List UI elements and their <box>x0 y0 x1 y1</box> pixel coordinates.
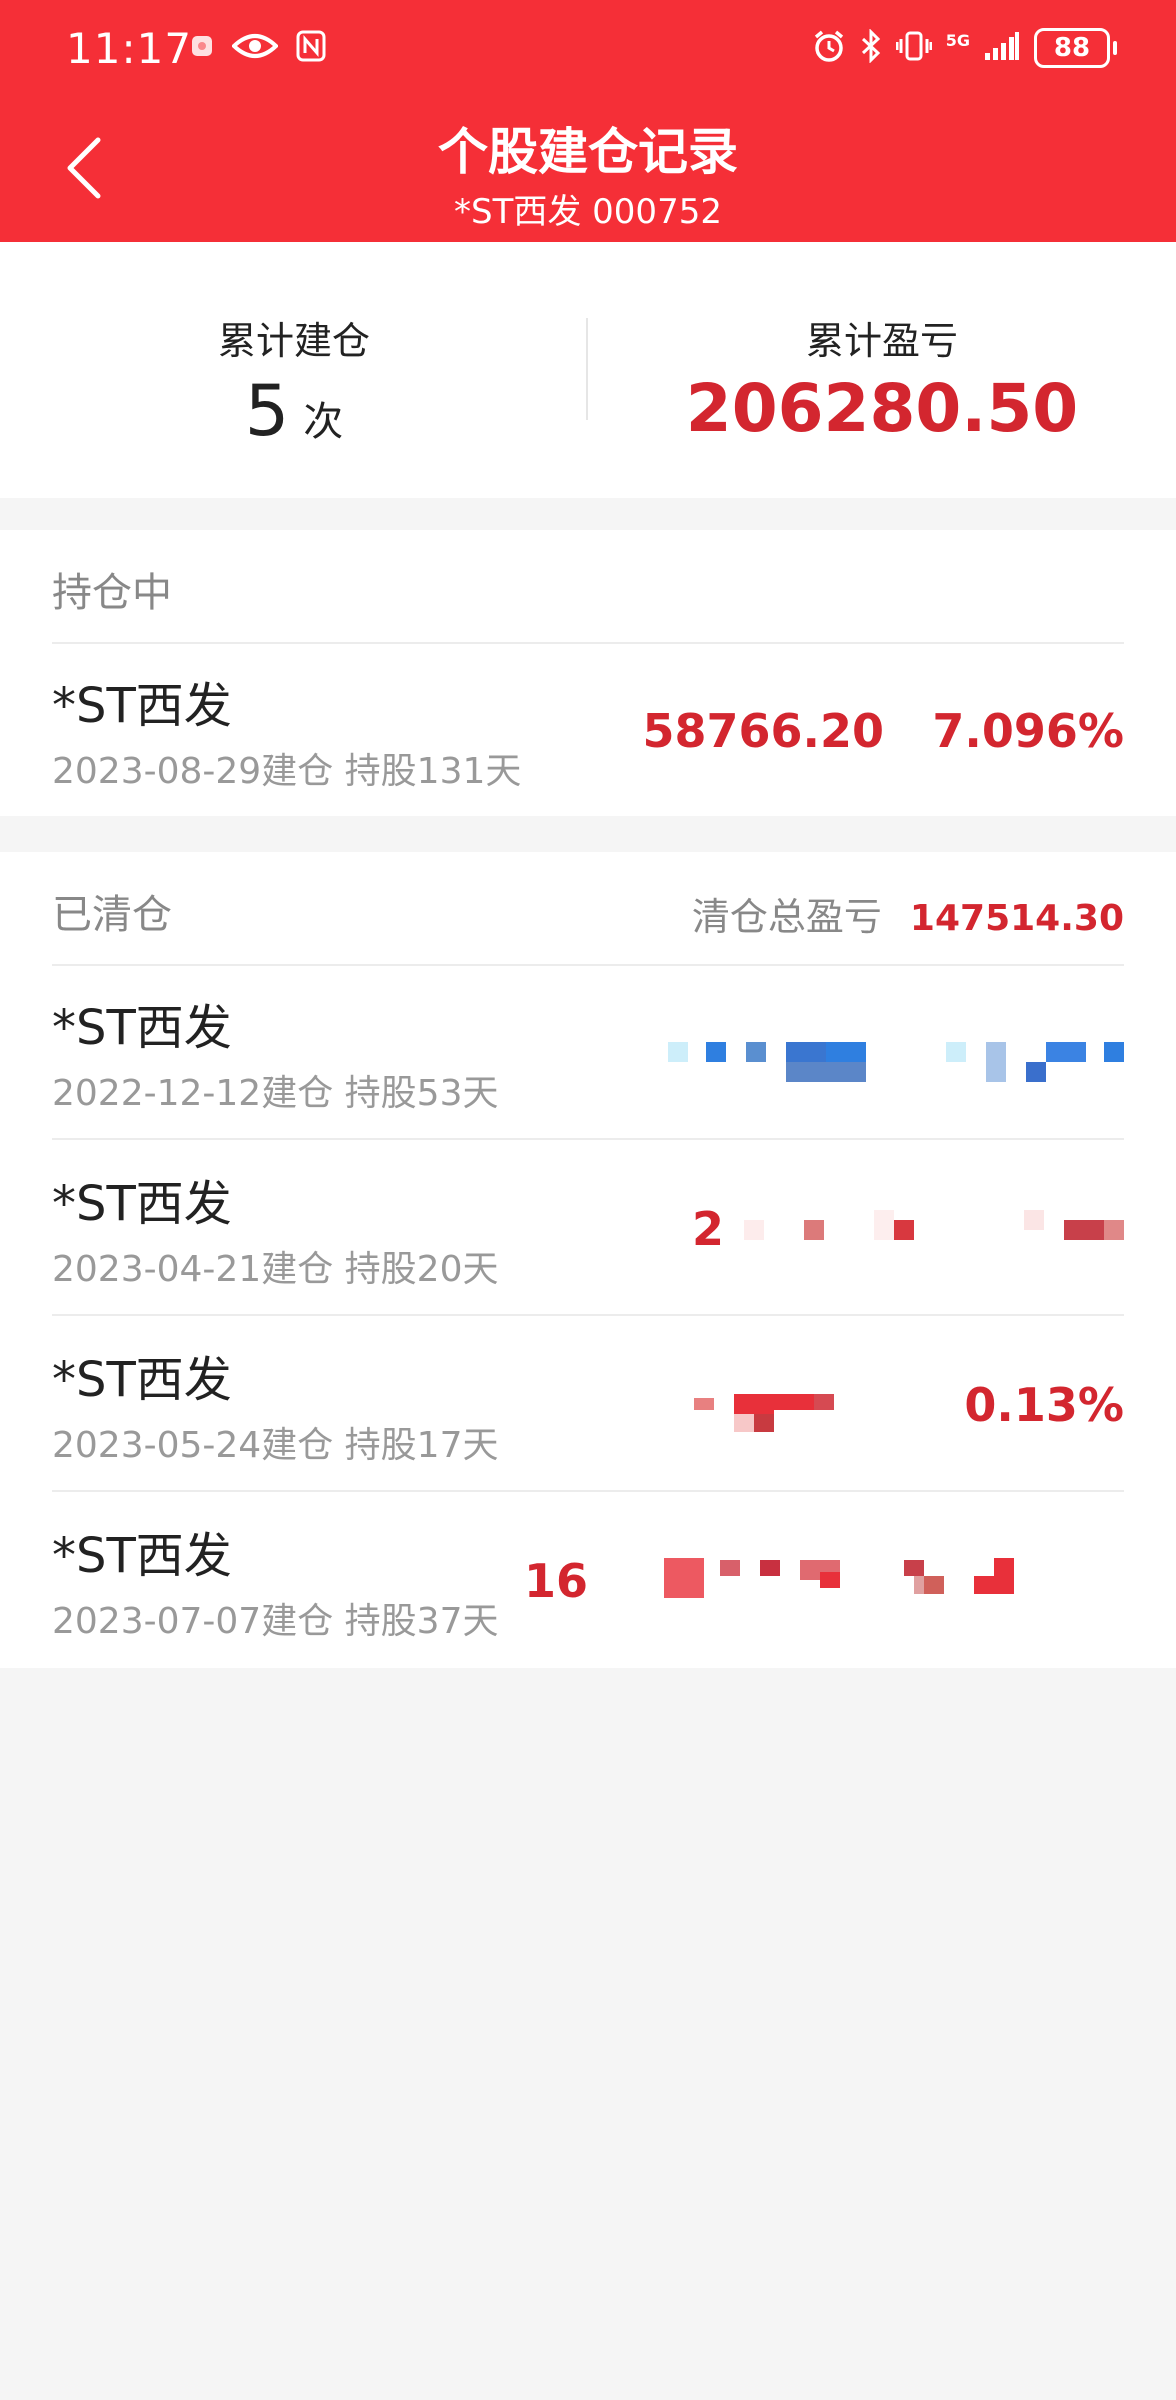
alarm-icon <box>812 29 846 67</box>
status-time: 11:17 <box>66 24 193 73</box>
pixelated-pnl <box>664 1020 1124 1082</box>
position-pnl: 16 <box>523 1554 588 1608</box>
position-date: 2023-05-24建仓 持股17天 <box>52 1425 499 1466</box>
total-positions-value: 5 <box>244 370 290 452</box>
pixelated-pnl <box>724 1196 1124 1256</box>
battery-level: 88 <box>1053 33 1091 63</box>
network-type-label: 5G <box>945 31 970 50</box>
battery-indicator: 88 <box>1034 28 1117 68</box>
holding-section-header: 持仓中 <box>52 530 1124 644</box>
signal-icon <box>984 31 1020 65</box>
stock-name: *ST西发 <box>52 1352 232 1408</box>
stock-name: *ST西发 <box>52 1176 232 1232</box>
stock-name: *ST西发 <box>52 678 232 734</box>
nfc-icon <box>296 30 326 66</box>
status-left-icons <box>190 30 326 66</box>
cleared-section: 已清仓 清仓总盈亏 147514.30 *ST西发 2022-12-12建仓 持… <box>0 852 1176 1668</box>
cleared-total: 清仓总盈亏 147514.30 <box>692 886 1124 941</box>
cleared-row[interactable]: *ST西发 2023-07-07建仓 持股37天 16 <box>52 1492 1124 1666</box>
total-positions-count: 5次 <box>0 370 588 452</box>
position-date: 2023-07-07建仓 持股37天 <box>52 1601 499 1642</box>
page-subtitle: *ST西发 000752 <box>454 192 722 232</box>
vibrate-icon <box>895 30 933 66</box>
holding-section-title: 持仓中 <box>52 570 172 616</box>
cleared-row[interactable]: *ST西发 2022-12-12建仓 持股53天 <box>52 964 1124 1140</box>
status-right-icons: 5G 88 <box>812 28 1117 68</box>
holding-row[interactable]: *ST西发 2023-08-29建仓 持股131天 58766.20 7.096… <box>52 642 1124 816</box>
position-date: 2023-04-21建仓 持股20天 <box>52 1249 499 1290</box>
app-header: 11:17 5G 88 个股建仓记录 *ST西发 000752 <box>0 0 1176 242</box>
cleared-total-value: 147514.30 <box>909 898 1124 939</box>
cleared-row[interactable]: *ST西发 2023-04-21建仓 持股20天 2 <box>52 1140 1124 1316</box>
page-title: 个股建仓记录 <box>438 123 738 181</box>
total-positions-unit: 次 <box>303 399 344 445</box>
holding-section: 持仓中 *ST西发 2023-08-29建仓 持股131天 58766.20 7… <box>0 530 1176 816</box>
pixelated-pnl <box>664 1372 864 1432</box>
stock-name: *ST西发 <box>52 1528 232 1584</box>
pixelated-pnl <box>644 1548 1124 1608</box>
position-pnl-pct: 0.13% <box>964 1378 1124 1432</box>
total-pnl: 累计盈亏 206280.50 <box>588 242 1176 498</box>
app-notification-icon <box>190 34 214 62</box>
position-pnl: 2 <box>691 1202 724 1256</box>
bluetooth-icon <box>860 28 882 67</box>
cleared-total-label: 清仓总盈亏 <box>691 895 882 939</box>
position-date: 2022-12-12建仓 持股53天 <box>52 1073 499 1114</box>
position-date: 2023-08-29建仓 持股131天 <box>52 751 522 792</box>
total-pnl-label: 累计盈亏 <box>805 319 958 363</box>
total-positions-label: 累计建仓 <box>217 319 370 363</box>
eye-icon <box>231 32 279 64</box>
summary-card: 累计建仓 5次 累计盈亏 206280.50 <box>0 242 1176 498</box>
position-pnl: 58766.20 <box>642 704 884 758</box>
total-pnl-value: 206280.50 <box>685 370 1079 447</box>
cleared-section-header: 已清仓 清仓总盈亏 147514.30 <box>52 852 1124 966</box>
total-positions: 累计建仓 5次 <box>0 242 588 498</box>
cleared-row[interactable]: *ST西发 2023-05-24建仓 持股17天 0.13% <box>52 1316 1124 1492</box>
position-pnl-pct: 7.096% <box>932 704 1124 758</box>
cleared-section-title: 已清仓 <box>52 892 172 938</box>
stock-name: *ST西发 <box>52 1000 232 1056</box>
